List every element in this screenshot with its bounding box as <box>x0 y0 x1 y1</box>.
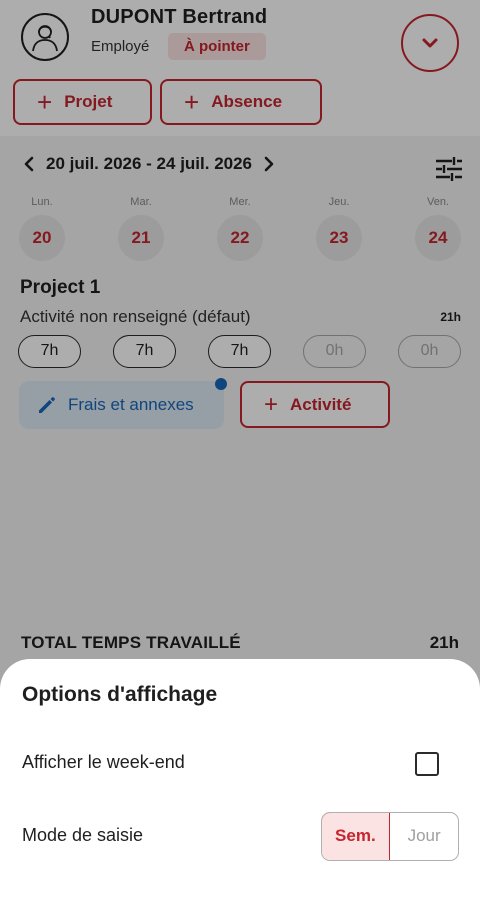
weekend-option-label: Afficher le week-end <box>22 752 185 772</box>
mode-week-option[interactable]: Sem. <box>322 813 391 860</box>
sheet-title: Options d'affichage <box>22 683 218 706</box>
display-options-sheet: Options d'affichage Afficher le week-end… <box>0 659 480 899</box>
entry-mode-toggle: Sem. Jour <box>321 812 459 861</box>
weekend-checkbox[interactable] <box>415 752 439 776</box>
mode-day-option[interactable]: Jour <box>390 813 458 860</box>
entry-mode-label: Mode de saisie <box>22 825 144 845</box>
